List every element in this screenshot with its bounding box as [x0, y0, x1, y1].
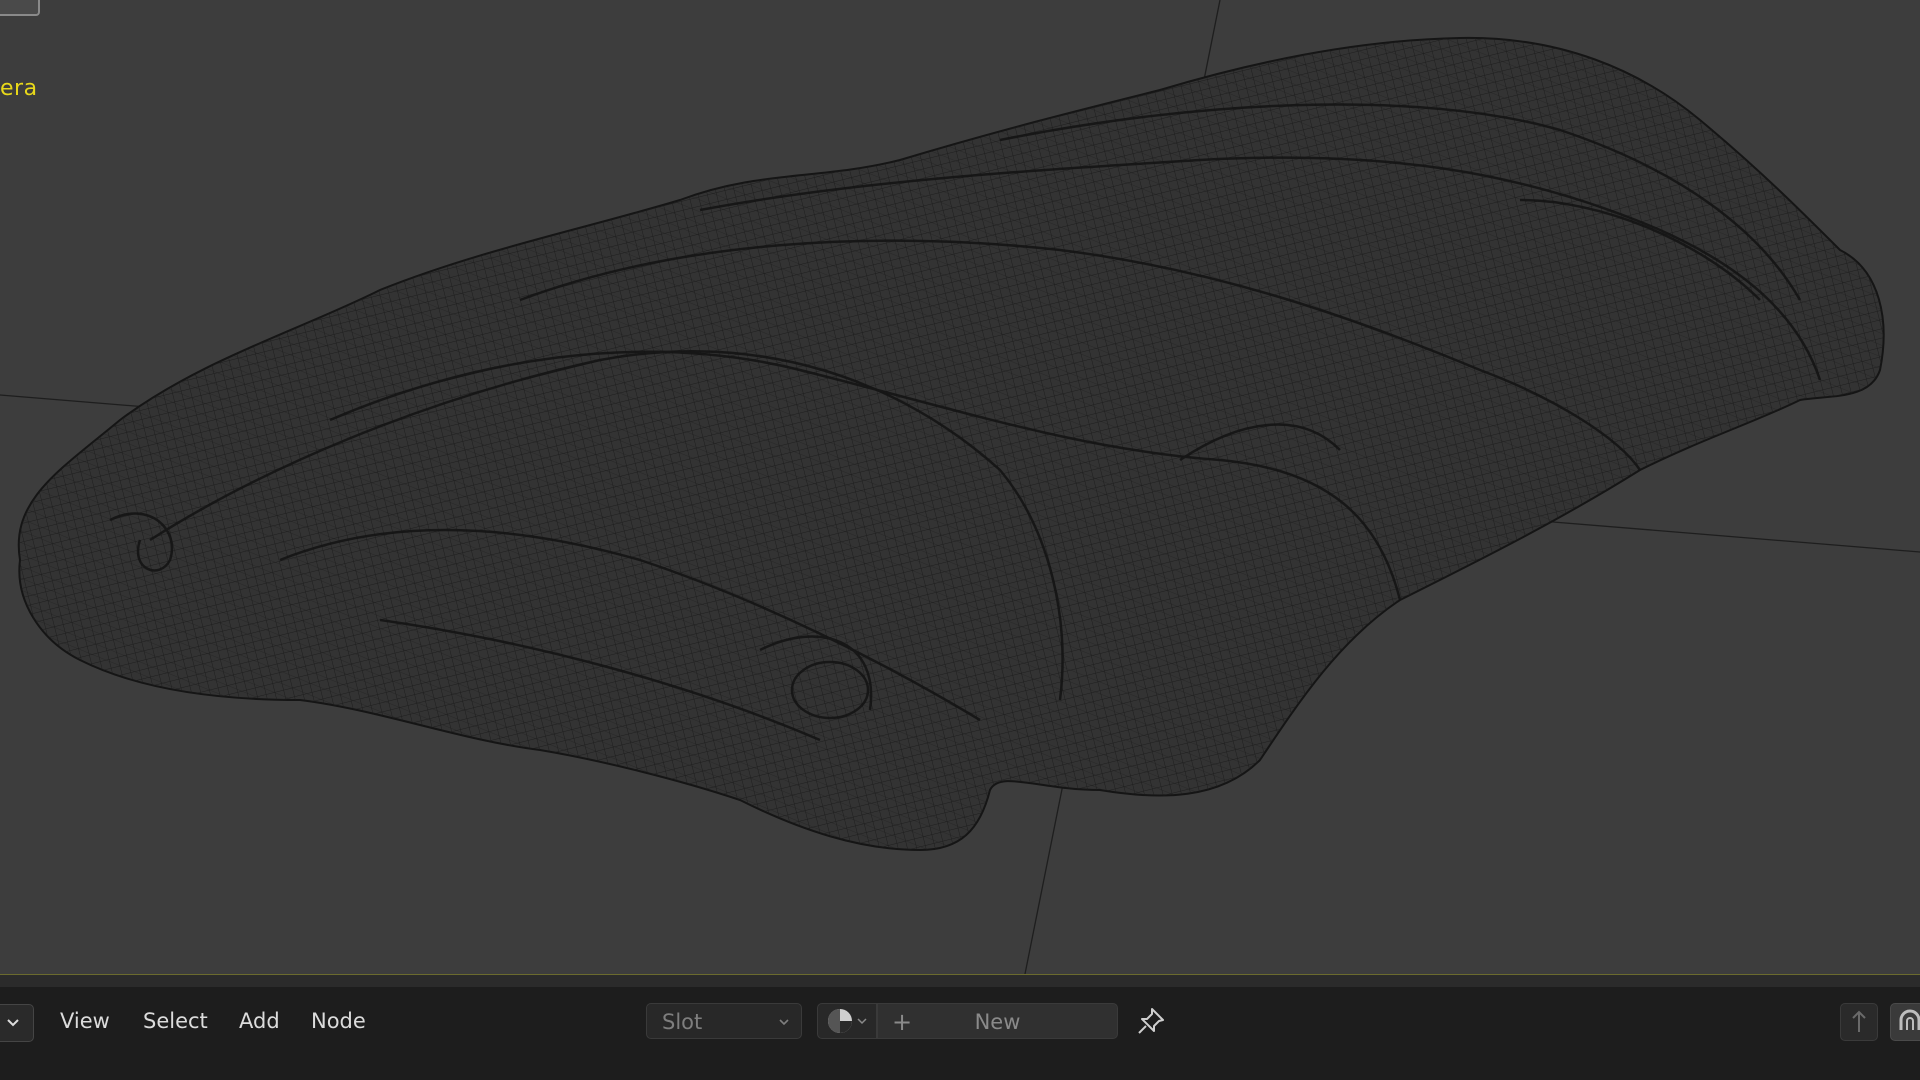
new-material-button[interactable]: + New — [877, 1003, 1118, 1039]
menu-view[interactable]: View — [60, 1006, 110, 1036]
viewport-toggle-icon[interactable] — [0, 0, 40, 16]
arrow-up-icon — [1852, 1010, 1866, 1032]
menu-add[interactable]: Add — [239, 1006, 280, 1036]
pin-icon — [1138, 1008, 1164, 1034]
chevron-down-icon — [7, 1019, 19, 1027]
snap-icon — [1899, 1009, 1920, 1030]
parent-node-tree-button[interactable] — [1840, 1003, 1878, 1041]
editor-type-dropdown[interactable] — [0, 1004, 34, 1042]
chevron-down-icon — [777, 1004, 791, 1051]
camera-overlay-text: era — [0, 76, 38, 101]
slot-dropdown[interactable]: Slot — [646, 1003, 802, 1039]
menu-node[interactable]: Node — [311, 1006, 366, 1036]
material-sphere-icon — [828, 1009, 867, 1033]
pin-button[interactable] — [1134, 1004, 1168, 1038]
slot-dropdown-label: Slot — [662, 1010, 703, 1034]
header-top-strip — [0, 975, 1920, 987]
menu-select[interactable]: Select — [143, 1006, 208, 1036]
wireframe-mesh — [0, 0, 1920, 974]
mesh-shape — [17, 36, 1885, 852]
3d-viewport[interactable]: era — [0, 0, 1920, 974]
new-material-label: New — [974, 1010, 1021, 1034]
material-browse-button[interactable] — [817, 1003, 877, 1039]
snap-toggle-button[interactable] — [1890, 1003, 1920, 1041]
